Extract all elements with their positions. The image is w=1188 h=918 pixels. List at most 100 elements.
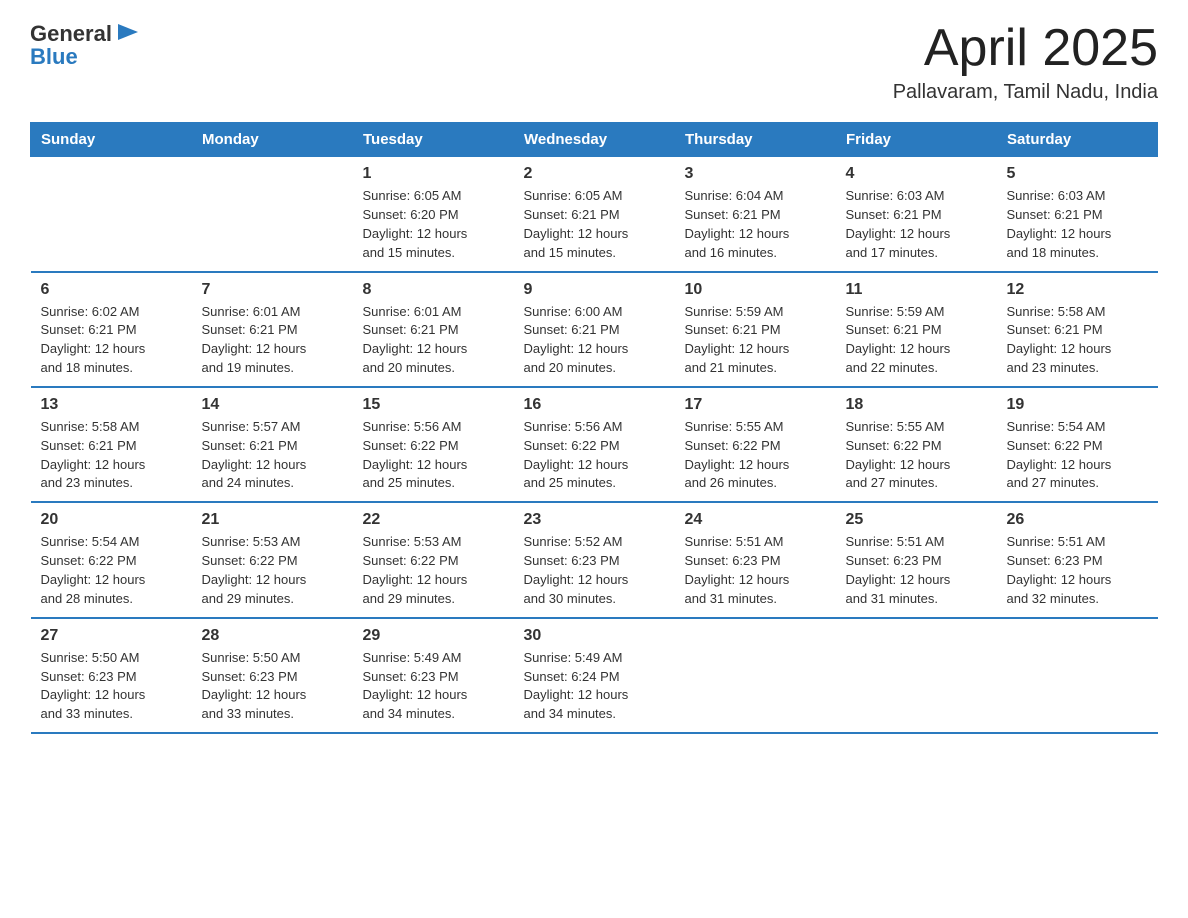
day-number: 28 [202,627,343,645]
day-info: Sunrise: 5:57 AMSunset: 6:21 PMDaylight:… [202,418,343,493]
day-number: 21 [202,511,343,529]
table-row [31,157,192,272]
sunset-label: Sunset: 6:23 PM [524,553,620,568]
sunrise-label: Sunrise: 5:52 AM [524,534,623,549]
table-row: 19Sunrise: 5:54 AMSunset: 6:22 PMDayligh… [997,387,1158,502]
sunrise-label: Sunrise: 5:50 AM [41,650,140,665]
daylight-label: Daylight: 12 hoursand 23 minutes. [41,457,146,491]
sunrise-label: Sunrise: 5:50 AM [202,650,301,665]
sunrise-label: Sunrise: 5:59 AM [846,304,945,319]
table-row: 23 Sunrise: 5:52 AM Sunset: 6:23 PM Dayligh… [514,502,675,617]
page-subtitle: Pallavaram, Tamil Nadu, India [893,81,1158,104]
day-info: Sunrise: 6:04 AMSunset: 6:21 PMDaylight:… [685,187,826,262]
daylight-label: Daylight: 12 hoursand 16 minutes. [685,226,790,260]
daylight-label: Daylight: 12 hoursand 18 minutes. [1007,226,1112,260]
day-info: Sunrise: 5:52 AM Sunset: 6:23 PM Daylight:… [524,533,665,608]
day-number: 9 [524,281,665,299]
table-row: 16Sunrise: 5:56 AMSunset: 6:22 PMDayligh… [514,387,675,502]
daylight-label: Daylight: 12 hoursand 20 minutes. [524,341,629,375]
sunset-label: Sunset: 6:21 PM [202,322,298,337]
day-info: Sunrise: 5:55 AMSunset: 6:22 PMDaylight:… [846,418,987,493]
day-info: Sunrise: 6:05 AMSunset: 6:20 PMDaylight:… [363,187,504,262]
daylight-label: Daylight: 12 hoursand 28 minutes. [41,572,146,606]
sunrise-label: Sunrise: 5:49 AM [524,650,623,665]
sunset-label: Sunset: 6:21 PM [202,438,298,453]
day-number: 12 [1007,281,1148,299]
table-row: 6Sunrise: 6:02 AMSunset: 6:21 PMDaylight… [31,272,192,387]
sunrise-label: Sunrise: 5:49 AM [363,650,462,665]
sunrise-label: Sunrise: 5:51 AM [1007,534,1106,549]
sunset-label: Sunset: 6:23 PM [363,669,459,684]
sunset-label: Sunset: 6:22 PM [202,553,298,568]
day-info: Sunrise: 5:55 AMSunset: 6:22 PMDaylight:… [685,418,826,493]
sunset-label: Sunset: 6:22 PM [685,438,781,453]
sunrise-label: Sunrise: 6:04 AM [685,188,784,203]
table-row: 3Sunrise: 6:04 AMSunset: 6:21 PMDaylight… [675,157,836,272]
day-info: Sunrise: 5:51 AMSunset: 6:23 PMDaylight:… [846,533,987,608]
day-number: 24 [685,511,826,529]
sunset-label: Sunset: 6:21 PM [363,322,459,337]
day-number: 14 [202,396,343,414]
sunrise-label: Sunrise: 6:01 AM [363,304,462,319]
sunrise-label: Sunrise: 5:51 AM [685,534,784,549]
daylight-label: Daylight: 12 hoursand 29 minutes. [202,572,307,606]
day-number: 11 [846,281,987,299]
day-number: 7 [202,281,343,299]
sunrise-label: Sunrise: 5:53 AM [363,534,462,549]
day-number: 30 [524,627,665,645]
day-info: Sunrise: 5:49 AMSunset: 6:24 PMDaylight:… [524,649,665,724]
day-info: Sunrise: 6:05 AMSunset: 6:21 PMDaylight:… [524,187,665,262]
table-row: 7Sunrise: 6:01 AMSunset: 6:21 PMDaylight… [192,272,353,387]
daylight-label: Daylight: 12 hoursand 15 minutes. [524,226,629,260]
daylight-label: Daylight: 12 hoursand 18 minutes. [41,341,146,375]
daylight-label: Daylight: 12 hoursand 27 minutes. [1007,457,1112,491]
sunset-label: Sunset: 6:23 PM [41,669,137,684]
header-wednesday: Wednesday [514,123,675,157]
sunset-label: Sunset: 6:22 PM [363,553,459,568]
table-row [192,157,353,272]
daylight-label: Daylight: 12 hoursand 26 minutes. [685,457,790,491]
sunset-label: Sunset: 6:21 PM [41,438,137,453]
sunset-label: Sunset: 6:21 PM [846,207,942,222]
logo-flag-icon [114,20,142,48]
sunrise-label: Sunrise: 5:58 AM [1007,304,1106,319]
daylight-label: Daylight: 12 hoursand 33 minutes. [202,687,307,721]
sunset-label: Sunset: 6:22 PM [41,553,137,568]
day-info: Sunrise: 6:03 AMSunset: 6:21 PMDaylight:… [846,187,987,262]
table-row: 13 Sunrise: 5:58 AM Sunset: 6:21 PM Dayligh… [31,387,192,502]
sunrise-label: Sunrise: 6:05 AM [524,188,623,203]
logo: General Blue [30,20,142,70]
sunrise-label: Sunrise: 6:01 AM [202,304,301,319]
day-number: 15 [363,396,504,414]
day-number: 13 [41,396,182,414]
calendar-table: Sunday Monday Tuesday Wednesday Thursday… [30,122,1158,734]
header: General Blue April 2025 Pallavaram, Tami… [30,20,1158,104]
day-number: 17 [685,396,826,414]
sunset-label: Sunset: 6:21 PM [685,322,781,337]
day-number: 23 [524,511,665,529]
sunrise-label: Sunrise: 5:58 AM [41,419,140,434]
sunrise-label: Sunrise: 6:00 AM [524,304,623,319]
sunrise-label: Sunrise: 5:55 AM [846,419,945,434]
page-title: April 2025 [893,20,1158,77]
sunset-label: Sunset: 6:23 PM [685,553,781,568]
day-info: Sunrise: 5:58 AM Sunset: 6:21 PM Daylight:… [41,418,182,493]
calendar-week-row: 1Sunrise: 6:05 AMSunset: 6:20 PMDaylight… [31,157,1158,272]
daylight-label: Daylight: 12 hoursand 23 minutes. [1007,341,1112,375]
sunset-label: Sunset: 6:23 PM [202,669,298,684]
table-row: 27Sunrise: 5:50 AMSunset: 6:23 PMDayligh… [31,618,192,733]
table-row: 24Sunrise: 5:51 AMSunset: 6:23 PMDayligh… [675,502,836,617]
logo-blue: Blue [30,44,78,70]
header-monday: Monday [192,123,353,157]
day-info: Sunrise: 5:53 AMSunset: 6:22 PMDaylight:… [363,533,504,608]
day-info: Sunrise: 5:56 AMSunset: 6:22 PMDaylight:… [363,418,504,493]
day-info: Sunrise: 5:54 AMSunset: 6:22 PMDaylight:… [1007,418,1148,493]
daylight-label: Daylight: 12 hoursand 30 minutes. [524,572,629,606]
day-number: 10 [685,281,826,299]
daylight-label: Daylight: 12 hoursand 24 minutes. [202,457,307,491]
day-number: 16 [524,396,665,414]
sunset-label: Sunset: 6:21 PM [1007,322,1103,337]
header-thursday: Thursday [675,123,836,157]
sunset-label: Sunset: 6:22 PM [1007,438,1103,453]
day-info: Sunrise: 6:00 AMSunset: 6:21 PMDaylight:… [524,303,665,378]
